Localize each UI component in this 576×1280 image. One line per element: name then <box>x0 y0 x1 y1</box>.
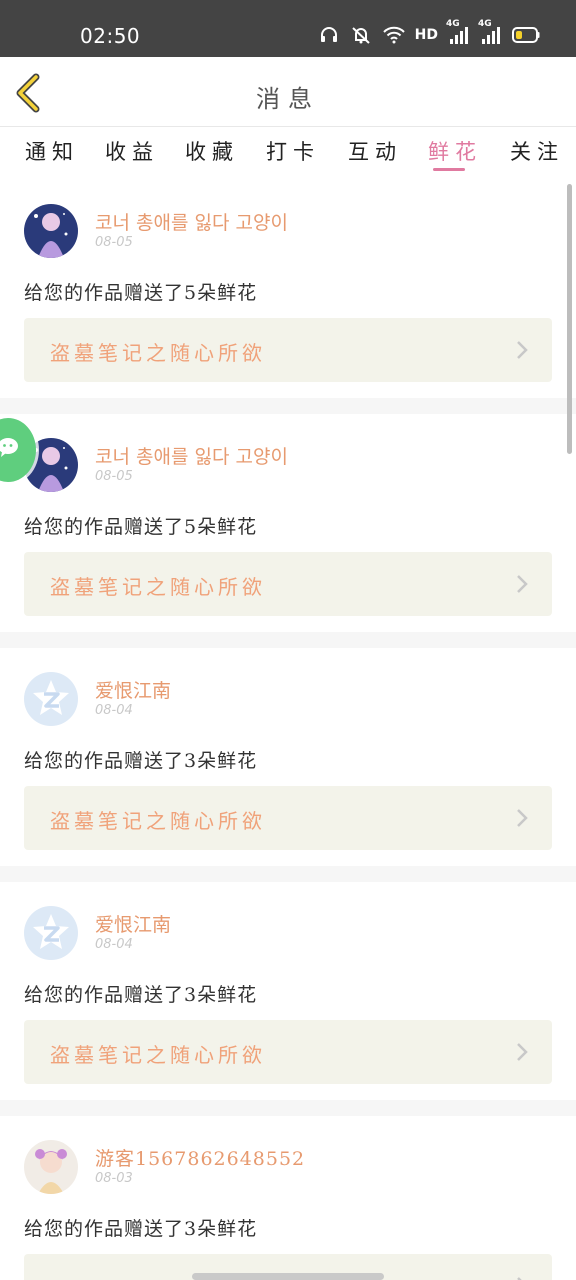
work-title: 盗墓笔记之随心所欲 <box>50 809 266 833</box>
bell-muted-icon <box>349 25 373 45</box>
message-text: 给您的作品赠送了5朵鲜花 <box>24 282 258 304</box>
list-item: 爱恨江南 08-04 给您的作品赠送了3朵鲜花 盗墓笔记之随心所欲 <box>0 882 576 1100</box>
message-text: 给您的作品赠送了3朵鲜花 <box>24 984 258 1006</box>
tab-checkin[interactable]: 打卡 <box>266 136 320 176</box>
list-item: 코너 총애를 잃다 고양이 08-05 给您的作品赠送了5朵鲜花 盗墓笔记之随心… <box>0 414 576 632</box>
message-date: 08-03 <box>95 1171 133 1186</box>
message-date: 08-05 <box>95 235 133 250</box>
chevron-right-icon <box>517 1043 528 1061</box>
page-title: 消息 <box>256 85 320 113</box>
work-link[interactable]: 盗墓笔记之随心所欲 <box>24 1020 552 1084</box>
battery-icon <box>512 27 540 43</box>
tab-favorites[interactable]: 收藏 <box>185 136 239 176</box>
sender-name[interactable]: 코너 총애를 잃다 고양이 <box>95 208 288 235</box>
avatar[interactable] <box>24 204 78 258</box>
work-title: 盗墓笔记之随心所欲 <box>50 575 266 599</box>
chevron-right-icon <box>517 809 528 827</box>
tab-notifications[interactable]: 通知 <box>25 136 79 176</box>
avatar[interactable] <box>24 672 78 726</box>
avatar[interactable] <box>24 906 78 960</box>
tab-following[interactable]: 关注 <box>510 136 564 176</box>
message-text: 给您的作品赠送了3朵鲜花 <box>24 750 258 772</box>
signal-label: 4G <box>446 19 460 29</box>
message-date: 08-04 <box>95 937 133 952</box>
headset-icon <box>319 25 339 45</box>
work-link[interactable]: 盗墓笔记之随心所欲 <box>24 552 552 616</box>
chevron-right-icon <box>517 1277 522 1280</box>
work-link[interactable]: 盗墓笔记之随心所欲 <box>24 786 552 850</box>
avatar[interactable] <box>24 1140 78 1194</box>
sender-name[interactable]: 游客1567862648552 <box>95 1144 305 1171</box>
app-header: 消息 <box>0 57 576 127</box>
signal-label: 4G <box>478 19 492 29</box>
status-time: 02:50 <box>80 24 141 48</box>
message-text: 给您的作品赠送了3朵鲜花 <box>24 1218 258 1240</box>
sender-name[interactable]: 爱恨江南 <box>95 910 171 937</box>
chevron-right-icon <box>517 575 528 593</box>
tab-earnings[interactable]: 收益 <box>105 136 159 176</box>
signal-icon: 4G <box>446 19 470 45</box>
tab-bar: 通知 收益 收藏 打卡 互动 鲜花 关注 <box>0 128 576 180</box>
message-text: 给您的作品赠送了5朵鲜花 <box>24 516 258 538</box>
tab-interactions[interactable]: 互动 <box>348 136 402 176</box>
work-link[interactable]: 盗墓笔记之随心所欲 <box>24 318 552 382</box>
sender-name[interactable]: 爱恨江南 <box>95 676 171 703</box>
status-icons: HD 4G 4G <box>319 19 540 47</box>
home-indicator <box>192 1273 384 1280</box>
message-date: 08-05 <box>95 469 133 484</box>
message-list[interactable]: 코너 총애를 잃다 고양이 08-05 给您的作品赠送了5朵鲜花 盗墓笔记之随心… <box>0 180 576 1280</box>
list-item: 코너 총애를 잃다 고양이 08-05 给您的作品赠送了5朵鲜花 盗墓笔记之随心… <box>0 180 576 398</box>
wifi-icon <box>382 26 405 44</box>
status-bar: 02:50 HD 4G 4G <box>0 0 576 57</box>
chevron-right-icon <box>517 341 528 359</box>
list-item: 爱恨江南 08-04 给您的作品赠送了3朵鲜花 盗墓笔记之随心所欲 <box>0 648 576 866</box>
signal-icon: 4G <box>478 19 502 45</box>
list-item: 游客1567862648552 08-03 给您的作品赠送了3朵鲜花 <box>0 1116 576 1280</box>
active-tab-indicator <box>433 168 465 171</box>
network-label: HD <box>414 27 438 43</box>
sender-name[interactable]: 코너 총애를 잃다 고양이 <box>95 442 288 469</box>
scrollbar[interactable] <box>567 184 572 454</box>
message-date: 08-04 <box>95 703 133 718</box>
work-title: 盗墓笔记之随心所欲 <box>50 341 266 365</box>
wechat-icon <box>0 438 18 457</box>
work-title: 盗墓笔记之随心所欲 <box>50 1043 266 1067</box>
